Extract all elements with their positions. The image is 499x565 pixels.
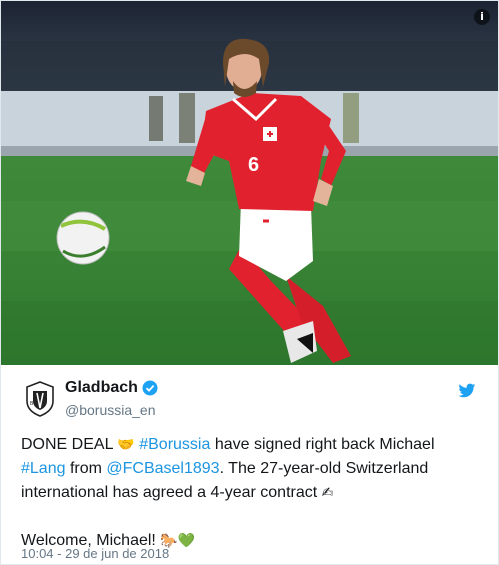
handshake-emoji-icon: 🤝 xyxy=(117,437,135,453)
tweet-card: 6 i B Gladbach @borussia_en DONE DEAL 🤝 … xyxy=(0,0,499,565)
tweet-text-signed: have signed right back Michael xyxy=(210,436,435,453)
tweet-photo[interactable]: 6 i xyxy=(1,1,498,365)
tweet-text-age: . The 27-year-old Switzerland xyxy=(219,460,429,477)
info-icon[interactable]: i xyxy=(474,9,490,25)
borussia-logo-icon[interactable]: B xyxy=(25,381,55,417)
twitter-bird-icon[interactable] xyxy=(458,383,476,399)
account-name-text[interactable]: Gladbach xyxy=(65,379,138,397)
tweet-text: DONE DEAL 🤝 #Borussia have signed right … xyxy=(21,433,481,553)
tweet-text-from: from xyxy=(65,460,107,477)
tweet-paragraph-1: DONE DEAL 🤝 #Borussia have signed right … xyxy=(21,433,481,505)
writing-hand-emoji-icon: ✍ xyxy=(321,485,334,501)
verified-badge-icon xyxy=(142,380,158,396)
hashtag-borussia-link[interactable]: #Borussia xyxy=(139,436,210,453)
account-handle[interactable]: @borussia_en xyxy=(65,402,156,418)
account-name[interactable]: Gladbach xyxy=(65,379,158,397)
tweet-header: B Gladbach @borussia_en xyxy=(1,365,498,423)
tweet-text-done-deal: DONE DEAL xyxy=(21,436,118,453)
mention-fcbasel-link[interactable]: @FCBasel1893 xyxy=(106,460,219,477)
tweet-timestamp-link[interactable]: 10:04 - 29 de jun de 2018 xyxy=(21,546,169,561)
hashtag-lang-link[interactable]: #Lang xyxy=(21,460,66,477)
player-photo-illustration: 6 xyxy=(1,1,498,365)
shirt-number: 6 xyxy=(248,154,259,176)
green-heart-emoji-icon: 💚 xyxy=(177,533,196,549)
tweet-text-contract: international has agreed a 4-year contra… xyxy=(21,484,322,501)
